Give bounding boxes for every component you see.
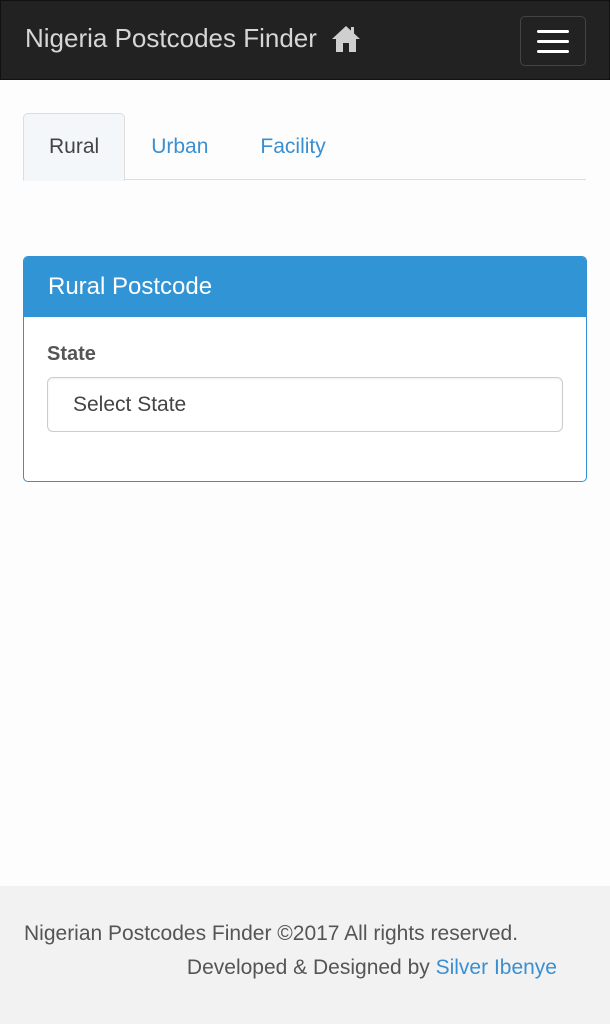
tab-urban[interactable]: Urban	[125, 113, 234, 180]
hamburger-menu-icon	[537, 29, 569, 33]
rural-postcode-panel: Rural Postcode State Select State	[23, 256, 587, 482]
state-label: State	[47, 343, 96, 365]
footer: Nigerian Postcodes Finder ©2017 All righ…	[0, 886, 610, 1024]
home-icon	[331, 25, 361, 53]
panel-title: Rural Postcode	[24, 257, 586, 317]
footer-developed-by: Developed & Designed by	[186, 956, 430, 979]
postcode-type-tabs: Rural Urban Facility	[23, 113, 586, 181]
panel-body: State Select State	[24, 317, 586, 458]
footer-copyright: Nigerian Postcodes Finder ©2017 All righ…	[24, 922, 519, 945]
tab-facility[interactable]: Facility	[234, 113, 351, 180]
menu-toggle-button[interactable]	[520, 16, 586, 66]
brand-title: Nigeria Postcodes Finder	[25, 23, 317, 53]
state-select[interactable]: Select State	[47, 377, 563, 432]
brand-link[interactable]: Nigeria Postcodes Finder	[25, 23, 361, 54]
state-select-value: Select State	[73, 392, 187, 416]
navbar: Nigeria Postcodes Finder	[0, 0, 610, 80]
footer-credits: Developed & Designed by Silver Ibenye	[187, 956, 557, 980]
tab-rural[interactable]: Rural	[23, 113, 126, 181]
developer-link[interactable]: Silver Ibenye	[436, 956, 557, 979]
